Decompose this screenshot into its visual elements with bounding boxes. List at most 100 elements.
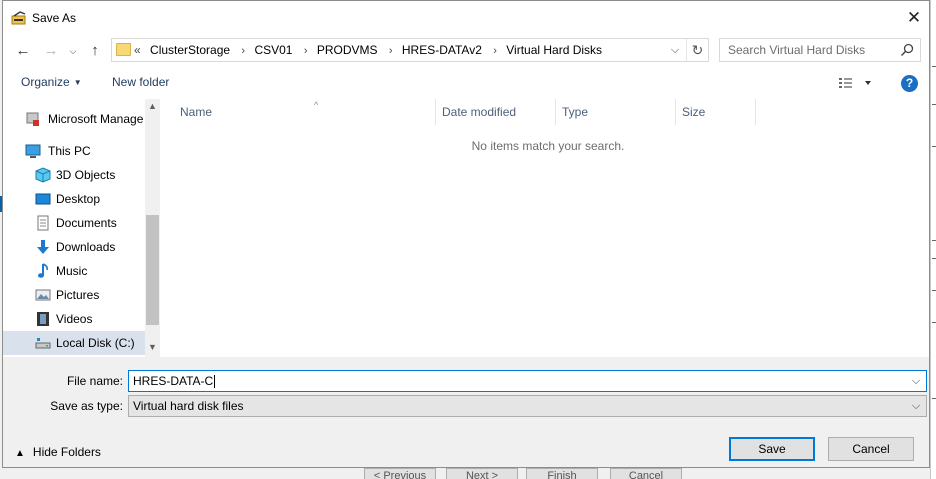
sidebar-item-pictures[interactable]: Pictures: [3, 283, 145, 307]
breadcrumb-item[interactable]: ClusterStorage: [150, 39, 230, 61]
save-button[interactable]: Save: [729, 437, 815, 461]
sidebar-item-label: Documents: [56, 216, 117, 230]
help-icon[interactable]: ?: [901, 75, 918, 92]
file-name-dropdown-icon[interactable]: ⌵: [908, 371, 924, 391]
up-arrow-icon[interactable]: ↑: [85, 41, 105, 61]
sidebar-item-label: Music: [56, 264, 88, 278]
documents-icon: [37, 215, 49, 231]
sidebar-item-label: This PC: [48, 144, 91, 158]
address-dropdown-icon[interactable]: ⌵: [666, 40, 684, 60]
column-header-size[interactable]: Size: [676, 99, 756, 125]
close-button[interactable]: ✕: [899, 1, 929, 35]
parent-window-edge-mark: [932, 258, 936, 259]
dialog-title: Save As: [32, 11, 77, 25]
sidebar-item-local-disk[interactable]: Local Disk (C:): [3, 331, 145, 355]
sidebar-item-label: Desktop: [56, 192, 101, 206]
parent-window-edge-mark: [932, 398, 936, 399]
search-input[interactable]: Search Virtual Hard Disks: [728, 39, 865, 61]
sidebar-scrollbar[interactable]: ▲ ▼: [145, 99, 160, 357]
sidebar-item-this-pc[interactable]: This PC: [3, 139, 145, 163]
breadcrumb-separator[interactable]: ›: [381, 40, 399, 62]
text-cursor: [214, 375, 216, 389]
network-server-icon: [26, 112, 39, 126]
recent-locations-chevron-icon[interactable]: ⌵: [63, 41, 83, 61]
scroll-down-icon[interactable]: ▼: [145, 342, 160, 352]
save-form: File name: HRES-DATA-C ⌵ Save as type: V…: [3, 357, 929, 467]
organize-menu[interactable]: Organize ▼: [21, 75, 82, 89]
column-header-label: Name: [180, 105, 213, 119]
breadcrumb-item[interactable]: Virtual Hard Disks: [506, 39, 602, 61]
downloads-icon: [37, 240, 49, 254]
sidebar-item-videos[interactable]: Videos: [3, 307, 145, 331]
breadcrumb-separator[interactable]: ›: [233, 40, 251, 62]
back-arrow-icon[interactable]: ←: [13, 41, 33, 61]
file-name-value: HRES-DATA-C: [133, 374, 214, 388]
empty-list-message: No items match your search.: [471, 139, 625, 153]
column-header-date-modified[interactable]: Date modified: [436, 99, 556, 125]
desktop-icon: [35, 193, 51, 205]
music-icon: [38, 263, 48, 278]
sidebar-item-documents[interactable]: Documents: [3, 211, 145, 235]
address-bar[interactable]: « ClusterStorage › CSV01 › PRODVMS › HRE…: [111, 38, 709, 62]
forward-arrow-icon[interactable]: →: [41, 41, 61, 61]
breadcrumb-separator[interactable]: ›: [296, 40, 314, 62]
sidebar-item-music[interactable]: Music: [3, 259, 145, 283]
search-icon[interactable]: [900, 43, 914, 57]
3d-objects-icon: [35, 167, 51, 183]
breadcrumb-separator[interactable]: ›: [485, 40, 503, 62]
scroll-thumb[interactable]: [146, 215, 159, 325]
cancel-button[interactable]: Cancel: [828, 437, 914, 461]
sidebar-item-label: Videos: [56, 312, 93, 326]
hide-folders-label: Hide Folders: [32, 445, 101, 459]
breadcrumb-overflow[interactable]: «: [134, 39, 147, 61]
navigation-pane: Microsoft Manage This PC 3D Objects Desk…: [3, 99, 160, 357]
column-header-type[interactable]: Type: [556, 99, 676, 125]
organize-label: Organize: [21, 75, 70, 89]
wizard-finish-button: Finish: [526, 468, 598, 479]
parent-window-edge-mark: [932, 66, 936, 67]
parent-window-edge-mark: [932, 104, 936, 105]
hide-folders-button[interactable]: ▲ Hide Folders: [15, 445, 101, 459]
title-bar: Save As ✕: [3, 1, 929, 35]
breadcrumb-item[interactable]: HRES-DATAv2: [402, 39, 482, 61]
sidebar-item-downloads[interactable]: Downloads: [3, 235, 145, 259]
column-header-name[interactable]: Name ^: [174, 99, 436, 125]
folder-icon: [116, 43, 131, 56]
refresh-icon[interactable]: ↻: [686, 39, 708, 61]
new-folder-button[interactable]: New folder: [112, 75, 169, 89]
file-name-label: File name:: [66, 374, 123, 388]
save-as-dialog: Save As ✕ ← → ⌵ ↑ « ClusterStorage › CSV…: [2, 0, 930, 468]
file-name-field[interactable]: HRES-DATA-C ⌵: [128, 370, 927, 392]
file-list: Name ^ Date modified Type Size No items …: [160, 99, 929, 357]
save-type-label: Save as type:: [50, 399, 123, 413]
save-as-icon: [11, 11, 26, 25]
wizard-next-button: Next >: [446, 468, 518, 479]
breadcrumb-item[interactable]: CSV01: [254, 39, 292, 61]
sidebar-item-label: Local Disk (C:): [56, 336, 135, 350]
pictures-icon: [35, 289, 51, 301]
save-type-dropdown-icon[interactable]: ⌵: [908, 396, 924, 416]
sort-ascending-icon: ^: [314, 100, 319, 110]
navigation-bar: ← → ⌵ ↑ « ClusterStorage › CSV01 › PRODV…: [3, 35, 929, 67]
videos-icon: [37, 312, 49, 326]
local-disk-icon: [35, 338, 51, 349]
parent-window-edge-mark: [932, 322, 936, 323]
save-type-select[interactable]: Virtual hard disk files ⌵: [128, 395, 927, 417]
sidebar-item-label: 3D Objects: [56, 168, 116, 182]
search-box[interactable]: Search Virtual Hard Disks: [719, 38, 921, 62]
parent-window-right-edge: [930, 0, 936, 479]
parent-window-edge-mark: [932, 240, 936, 241]
file-name-input[interactable]: HRES-DATA-C: [133, 371, 216, 391]
chevron-up-icon: ▲: [15, 448, 25, 459]
sidebar-item-microsoft-manage[interactable]: Microsoft Manage: [3, 107, 145, 131]
sidebar-item-label: Pictures: [56, 288, 100, 302]
sidebar-item-desktop[interactable]: Desktop: [3, 187, 145, 211]
change-view-icon[interactable]: [837, 76, 877, 90]
wizard-previous-button: < Previous: [364, 468, 436, 479]
breadcrumb-item[interactable]: PRODVMS: [317, 39, 378, 61]
save-type-value: Virtual hard disk files: [133, 399, 244, 413]
sidebar-item-3d-objects[interactable]: 3D Objects: [3, 163, 145, 187]
scroll-up-icon[interactable]: ▲: [145, 101, 160, 111]
parent-window-edge-mark: [932, 290, 936, 291]
breadcrumb: « ClusterStorage › CSV01 › PRODVMS › HRE…: [134, 39, 602, 61]
